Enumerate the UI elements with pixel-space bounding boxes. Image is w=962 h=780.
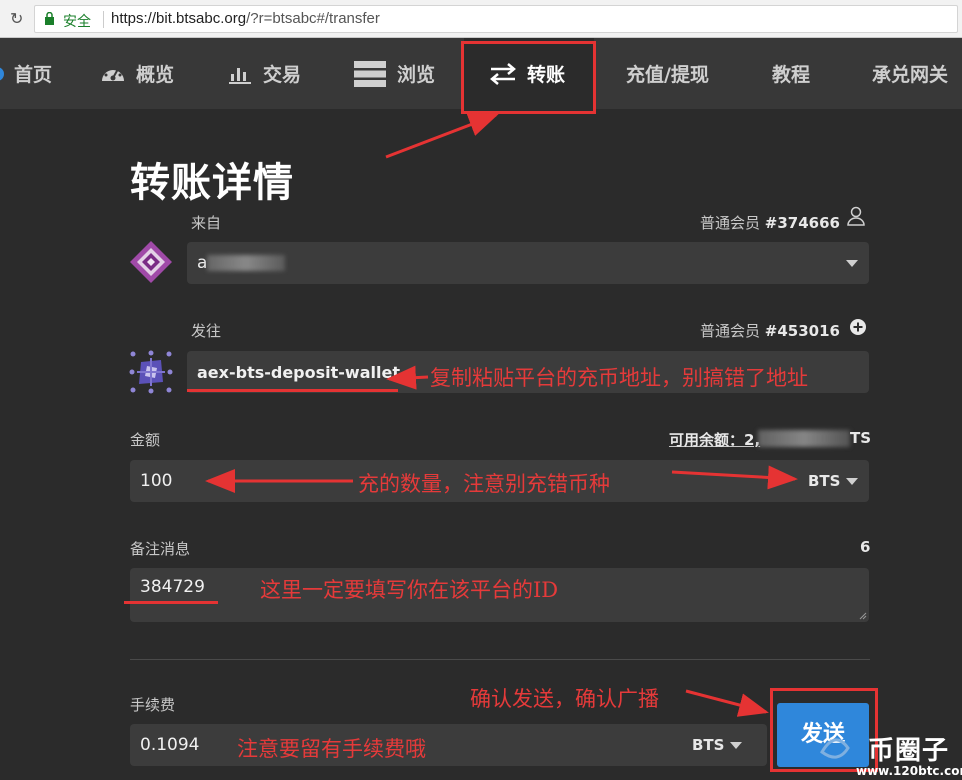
server-icon xyxy=(354,60,386,87)
url-text: https://bit.btsabc.org/?r=btsabc#/transf… xyxy=(111,10,380,27)
memo-count: 6 xyxy=(860,538,870,556)
home-icon xyxy=(0,66,4,81)
memo-underline xyxy=(124,601,218,604)
address-bar[interactable]: 安全 https://bit.btsabc.org/?r=btsabc#/tra… xyxy=(34,5,958,33)
fee-asset: BTS xyxy=(692,736,725,754)
to-avatar xyxy=(129,350,173,394)
to-account-value: aex-bts-deposit-wallet xyxy=(197,363,400,382)
watermark-text: 币圈子 xyxy=(868,736,950,766)
nav-item-deposit-withdraw[interactable]: 充值/提现 xyxy=(626,38,709,109)
watermark-logo-icon xyxy=(820,738,850,759)
nav-label: 概览 xyxy=(136,64,175,86)
arrow-to-send xyxy=(685,689,769,717)
reload-icon[interactable]: ↻ xyxy=(10,9,23,28)
browser-toolbar: ↻ 安全 https://bit.btsabc.org/?r=btsabc#/t… xyxy=(0,0,962,38)
annotation-fee: 注意要留有手续费哦 xyxy=(237,737,426,761)
nav-label: 首页 xyxy=(14,64,53,86)
watermark: 币圈子 www.120btc.com xyxy=(818,728,962,780)
nav-item-home[interactable]: 首页 xyxy=(0,38,52,109)
section-divider xyxy=(130,659,870,660)
add-contact-icon[interactable] xyxy=(849,318,867,336)
from-member-info: 普通会员 #374666 xyxy=(700,212,840,233)
from-avatar xyxy=(129,240,173,284)
nav-label: 交易 xyxy=(263,64,302,86)
fee-input[interactable]: 0.1094 BTS xyxy=(130,724,767,766)
from-account-value: a xyxy=(197,253,208,273)
chevron-down-icon xyxy=(730,742,742,749)
resize-handle-icon[interactable] xyxy=(859,612,867,620)
to-label: 发往 xyxy=(191,322,222,340)
redacted-balance xyxy=(758,430,850,447)
nav-item-overview[interactable]: 概览 xyxy=(100,38,174,109)
balance-suffix: TS xyxy=(850,429,871,447)
annotation-address: 复制粘贴平台的充币地址，别搞错了地址 xyxy=(430,366,808,390)
annotation-confirm: 确认发送，确认广播 xyxy=(470,687,659,711)
page-title: 转账详情 xyxy=(130,160,294,206)
fee-label: 手续费 xyxy=(130,696,176,714)
amount-asset: BTS xyxy=(808,472,841,490)
user-icon[interactable] xyxy=(846,205,866,227)
nav-item-browse[interactable]: 浏览 xyxy=(353,38,435,109)
from-member-id: #374666 xyxy=(764,214,840,232)
nav-label: 教程 xyxy=(772,64,811,86)
to-member-prefix: 普通会员 xyxy=(700,322,761,340)
secure-label: 安全 xyxy=(63,14,91,30)
fee-asset-select[interactable]: BTS xyxy=(692,736,724,754)
watermark-url: www.120btc.com xyxy=(856,764,962,778)
from-label: 来自 xyxy=(191,214,222,232)
available-balance[interactable]: 可用余额：2, xyxy=(669,429,760,450)
lock-icon xyxy=(45,12,54,25)
fee-value: 0.1094 xyxy=(140,735,200,755)
from-member-prefix: 普通会员 xyxy=(700,214,761,232)
to-member-info: 普通会员 #453016 xyxy=(700,320,840,341)
transfer-tab-highlight xyxy=(461,41,596,114)
to-member-id: #453016 xyxy=(764,322,840,340)
address-separator xyxy=(103,11,104,28)
dashboard-icon xyxy=(102,67,124,81)
url-host: https://bit.btsabc.org xyxy=(111,10,247,27)
chevron-down-icon xyxy=(846,478,858,485)
address-underline xyxy=(187,389,398,392)
chevron-down-icon xyxy=(846,260,858,267)
memo-label: 备注消息 xyxy=(130,540,191,558)
nav-label: 浏览 xyxy=(397,64,436,86)
bar-chart-icon xyxy=(229,67,251,84)
redacted-account xyxy=(207,255,285,271)
arrow-to-transfer-tab xyxy=(385,113,499,159)
annotation-amount: 充的数量，注意别充错币种 xyxy=(358,472,610,496)
nav-label: 充值/提现 xyxy=(626,64,709,86)
amount-asset-select[interactable]: BTS xyxy=(808,472,840,490)
annotation-memo: 这里一定要填写你在该平台的ID xyxy=(260,578,559,602)
from-account-select[interactable]: a xyxy=(187,242,869,284)
url-path: /?r=btsabc#/transfer xyxy=(246,10,380,27)
amount-value: 100 xyxy=(140,471,173,491)
memo-value: 384729 xyxy=(140,577,205,597)
nav-item-gateway[interactable]: 承兑网关 xyxy=(872,38,948,109)
memo-count-value: 6 xyxy=(860,538,871,556)
nav-item-exchange[interactable]: 交易 xyxy=(227,38,301,109)
nav-label: 承兑网关 xyxy=(872,64,949,86)
amount-label: 金额 xyxy=(130,431,161,449)
nav-item-tutorial[interactable]: 教程 xyxy=(772,38,810,109)
balance-label: 可用余额：2, xyxy=(669,431,761,449)
balance-suffix-text: TS xyxy=(850,429,872,447)
